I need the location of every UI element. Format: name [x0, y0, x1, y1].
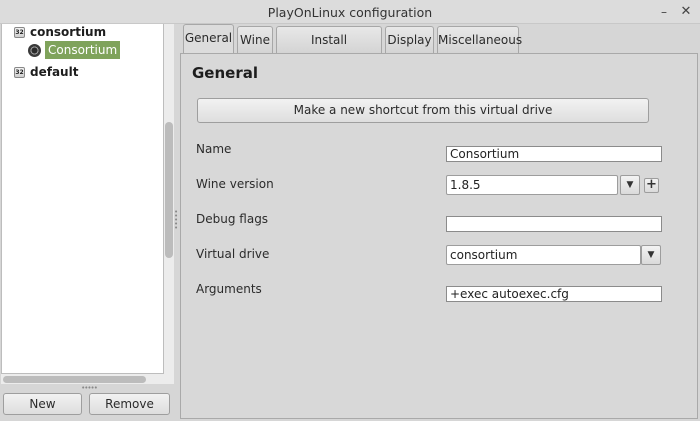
wine-32-icon: 32	[14, 26, 25, 38]
tab-wine[interactable]: Wine	[237, 26, 273, 53]
panel-heading: General	[192, 64, 258, 82]
scrollbar-thumb[interactable]	[3, 376, 146, 383]
general-panel: General Make a new shortcut from this vi…	[180, 53, 698, 419]
wine-32-icon: 32	[14, 66, 25, 78]
tree-item-label: default	[30, 65, 79, 79]
wine-version-dropdown-icon[interactable]: ▼	[620, 175, 640, 195]
name-field[interactable]: Consortium	[446, 146, 662, 162]
virtual-drive-select[interactable]: consortium	[446, 245, 641, 265]
tree-item-consortium[interactable]: 32 consortium	[14, 23, 106, 41]
virtual-drive-label: Virtual drive	[196, 247, 270, 261]
debug-flags-field[interactable]	[446, 216, 662, 232]
remove-button[interactable]: Remove	[89, 393, 170, 415]
minimize-button[interactable]: –	[656, 4, 672, 20]
window-title: PlayOnLinux configuration	[267, 5, 433, 20]
wine-version-label: Wine version	[196, 177, 274, 191]
add-wine-version-icon[interactable]: +	[644, 178, 659, 193]
new-button[interactable]: New	[3, 393, 82, 415]
title-bar[interactable]: PlayOnLinux configuration – ✕	[0, 0, 700, 24]
arguments-field[interactable]: +exec autoexec.cfg	[446, 286, 662, 302]
splitter-grip-icon[interactable]: •••••	[79, 385, 99, 392]
tree-item-consortium-app[interactable]: Consortium	[28, 41, 121, 59]
game-icon	[28, 43, 41, 57]
make-shortcut-button[interactable]: Make a new shortcut from this virtual dr…	[197, 98, 649, 123]
tab-install-components[interactable]: Install components	[276, 26, 382, 73]
arguments-label: Arguments	[196, 282, 262, 296]
scrollbar-thumb[interactable]	[165, 122, 173, 258]
tree-item-label: Consortium	[45, 41, 121, 59]
virtual-drive-tree[interactable]: 32 consortium Consortium 32 default	[1, 24, 164, 374]
wine-version-select[interactable]: 1.8.5	[446, 175, 618, 195]
tree-vertical-scrollbar[interactable]	[164, 24, 174, 374]
virtual-drive-dropdown-icon[interactable]: ▼	[641, 245, 661, 265]
tab-miscellaneous[interactable]: Miscellaneous	[437, 26, 522, 53]
name-label: Name	[196, 142, 232, 156]
tree-horizontal-scrollbar[interactable]	[1, 374, 174, 384]
close-button[interactable]: ✕	[678, 4, 694, 20]
tab-general[interactable]: General	[183, 24, 234, 54]
playonlinux-config-window: PlayOnLinux configuration – ✕ 32 consort…	[0, 0, 700, 421]
debug-flags-label: Debug flags	[196, 212, 269, 226]
tree-item-default[interactable]: 32 default	[14, 63, 78, 81]
tab-display[interactable]: Display	[385, 26, 434, 53]
tree-item-label: consortium	[30, 25, 107, 39]
